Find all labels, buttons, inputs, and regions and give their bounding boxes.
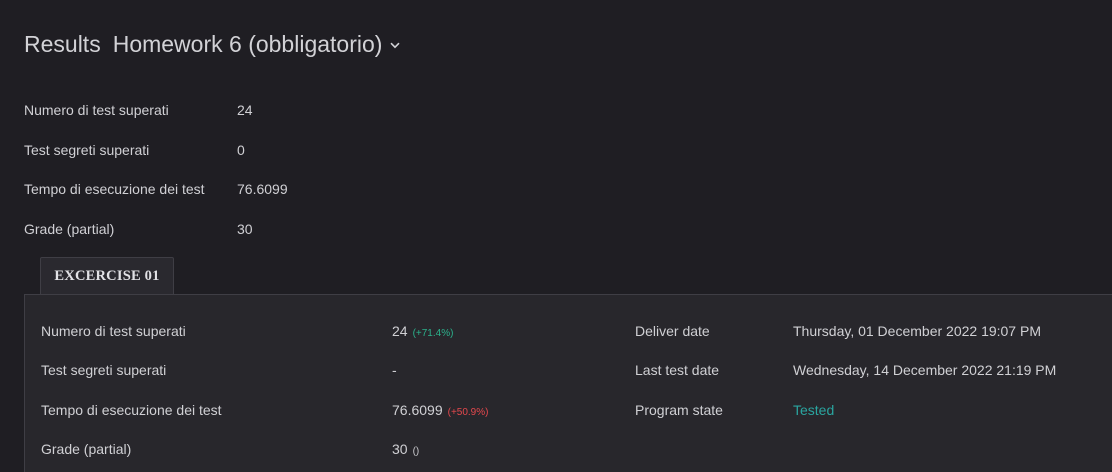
exercise-value: 30: [392, 441, 408, 457]
exercise-label: Test segreti superati: [41, 362, 167, 378]
summary-label: Test segreti superati: [24, 141, 150, 158]
program-state-value: Tested: [793, 402, 835, 418]
summary-value: 30: [237, 220, 253, 237]
exercise-value: 76.6099: [392, 402, 443, 418]
summary-value: 76.6099: [237, 181, 288, 198]
delta-badge: (+71.4%): [412, 328, 454, 339]
summary-label: Tempo di esecuzione dei test: [24, 181, 205, 198]
delta-badge: (): [412, 446, 420, 457]
exercise-label: Tempo di esecuzione dei test: [41, 402, 222, 418]
homework-selector[interactable]: Homework 6 (obbligatorio): [113, 31, 401, 58]
page-title: Results: [24, 31, 101, 57]
tab-exercise-01[interactable]: EXCERCISE 01: [40, 257, 174, 294]
exercise-row: Grade (partial) 30 (): [25, 438, 1112, 460]
exercise-row: Test segreti superati - Last test date W…: [25, 359, 1112, 381]
page-header: Results Homework 6 (obbligatorio): [24, 31, 401, 58]
exercise-value-group: -: [392, 362, 397, 378]
summary-value: 24: [237, 101, 253, 118]
exercise-row: Tempo di esecuzione dei test 76.6099 (+5…: [25, 399, 1112, 421]
summary-label: Numero di test superati: [24, 101, 169, 118]
last-test-date-value: Wednesday, 14 December 2022 21:19 PM: [793, 362, 1057, 378]
summary-row: Tempo di esecuzione dei test 76.6099: [24, 169, 288, 209]
summary-table: Numero di test superati 24 Test segreti …: [24, 90, 288, 249]
last-test-date-label: Last test date: [635, 362, 720, 378]
summary-label: Grade (partial): [24, 220, 115, 237]
summary-row: Grade (partial) 30: [24, 209, 288, 249]
exercise-value-group: 30 (): [392, 441, 419, 457]
delta-badge: (+50.9%): [447, 407, 489, 418]
summary-row: Test segreti superati 0: [24, 130, 288, 170]
summary-value: 0: [237, 141, 245, 158]
deliver-date-value: Thursday, 01 December 2022 19:07 PM: [793, 323, 1041, 339]
program-state-label: Program state: [635, 402, 723, 418]
exercise-value-group: 76.6099 (+50.9%): [392, 402, 488, 418]
exercise-label: Numero di test superati: [41, 323, 186, 339]
exercise-value: 24: [392, 323, 408, 339]
exercise-value: -: [392, 362, 397, 378]
deliver-date-label: Deliver date: [635, 323, 710, 339]
exercise-row: Numero di test superati 24 (+71.4%) Deli…: [25, 320, 1112, 342]
exercise-panel: Numero di test superati 24 (+71.4%) Deli…: [24, 294, 1112, 472]
summary-row: Numero di test superati 24: [24, 90, 288, 130]
chevron-down-icon: [390, 37, 401, 52]
homework-title: Homework 6 (obbligatorio): [112, 31, 383, 57]
exercise-value-group: 24 (+71.4%): [392, 323, 453, 339]
results-page: Results Homework 6 (obbligatorio) Numero…: [0, 0, 1112, 472]
exercise-label: Grade (partial): [41, 441, 132, 457]
